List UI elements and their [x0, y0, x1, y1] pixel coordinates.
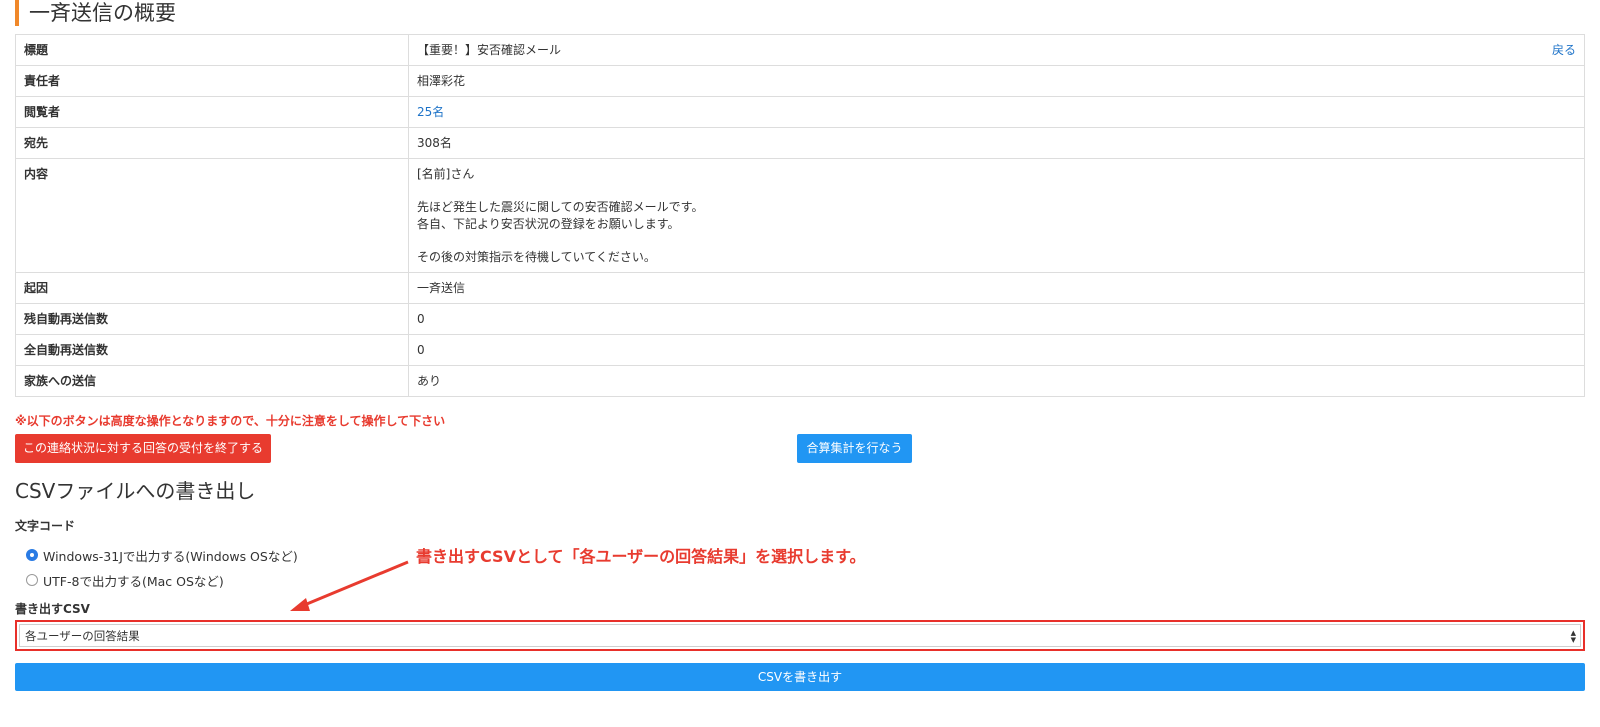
- row-value-owner: 相澤彩花: [408, 65, 1585, 97]
- table-row: 標題 【重要！】安否確認メール 戻る: [15, 34, 1585, 66]
- radio-checked-icon[interactable]: [26, 549, 38, 561]
- encoding-option-label: Windows-31Jで出力する(Windows OSなど): [43, 548, 298, 564]
- row-value-total-resend: 0: [408, 334, 1585, 366]
- viewers-link[interactable]: 25名: [417, 105, 444, 119]
- row-label-family-send: 家族への送信: [15, 365, 409, 397]
- overview-table: 標題 【重要！】安否確認メール 戻る 責任者 相澤彩花 閲覧者 25名 宛先 3…: [15, 34, 1585, 397]
- table-row: 全自動再送信数 0: [15, 334, 1585, 366]
- select-value: 各ユーザーの回答結果: [25, 628, 140, 643]
- table-row: 起因 一斉送信: [15, 272, 1585, 304]
- radio-unchecked-icon[interactable]: [26, 574, 38, 586]
- row-value-content: [名前]さん 先ほど発生した震災に関しての安否確認メールです。 各自、下記より安…: [408, 158, 1585, 273]
- row-value-subject: 【重要！】安否確認メール 戻る: [408, 34, 1585, 66]
- encoding-option-utf8[interactable]: UTF-8で出力する(Mac OSなど): [26, 571, 224, 589]
- row-value-recipients: 308名: [408, 127, 1585, 159]
- encoding-option-windows[interactable]: Windows-31Jで出力する(Windows OSなど): [26, 546, 298, 564]
- row-value-viewers: 25名: [408, 96, 1585, 128]
- export-csv-select[interactable]: 各ユーザーの回答結果 ▲ ▼: [19, 624, 1581, 647]
- row-value-family-send: あり: [408, 365, 1585, 397]
- page-title: 一斉送信の概要: [15, 0, 176, 26]
- csv-section-title: CSVファイルへの書き出し: [15, 479, 256, 503]
- export-csv-label: 書き出すCSV: [15, 602, 90, 616]
- end-responses-button[interactable]: この連絡状況に対する回答の受付を終了する: [15, 434, 271, 463]
- row-value-remaining-resend: 0: [408, 303, 1585, 335]
- table-row: 閲覧者 25名: [15, 96, 1585, 128]
- row-label-total-resend: 全自動再送信数: [15, 334, 409, 366]
- row-label-recipients: 宛先: [15, 127, 409, 159]
- table-row: 内容 [名前]さん 先ほど発生した震災に関しての安否確認メールです。 各自、下記…: [15, 158, 1585, 273]
- annotation-highlight-box: 各ユーザーの回答結果 ▲ ▼: [15, 620, 1585, 651]
- export-csv-button[interactable]: CSVを書き出す: [15, 663, 1585, 691]
- select-arrows-icon: ▲ ▼: [1570, 629, 1576, 644]
- subject-text: 【重要！】安否確認メール: [417, 43, 562, 57]
- row-label-viewers: 閲覧者: [15, 96, 409, 128]
- table-row: 宛先 308名: [15, 127, 1585, 159]
- encoding-label: 文字コード: [15, 519, 76, 533]
- encoding-option-label: UTF-8で出力する(Mac OSなど): [43, 573, 224, 589]
- table-row: 残自動再送信数 0: [15, 303, 1585, 335]
- row-value-trigger: 一斉送信: [408, 272, 1585, 304]
- annotation-callout: 書き出すCSVとして「各ユーザーの回答結果」を選択します。: [416, 547, 866, 566]
- row-label-content: 内容: [15, 158, 409, 273]
- row-label-remaining-resend: 残自動再送信数: [15, 303, 409, 335]
- table-row: 責任者 相澤彩花: [15, 65, 1585, 97]
- aggregate-button[interactable]: 合算集計を行なう: [797, 434, 912, 463]
- row-label-owner: 責任者: [15, 65, 409, 97]
- warning-text: ※以下のボタンは高度な操作となりますので、十分に注意をして操作して下さい: [15, 414, 446, 428]
- row-label-trigger: 起因: [15, 272, 409, 304]
- back-link[interactable]: 戻る: [1552, 35, 1576, 65]
- row-label-subject: 標題: [15, 34, 409, 66]
- table-row: 家族への送信 あり: [15, 365, 1585, 397]
